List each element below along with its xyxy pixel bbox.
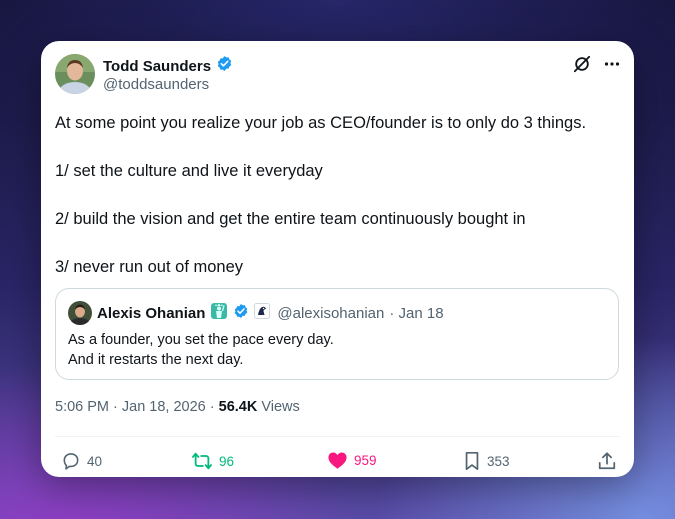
tweet-text-line: 1/ set the culture and live it everyday xyxy=(55,162,323,180)
author-name[interactable]: Todd Saunders xyxy=(103,58,211,75)
bookmark-count: 353 xyxy=(487,453,510,469)
quoted-tweet-text: As a founder, you set the pace every day… xyxy=(68,330,334,370)
views-label: Views xyxy=(261,399,300,415)
quoted-author-avatar[interactable] xyxy=(68,301,92,325)
divider xyxy=(55,436,620,437)
repost-button[interactable]: 96 xyxy=(191,451,234,471)
share-icon xyxy=(597,451,617,471)
quoted-tweet-header: Alexis Ohanian @alexisohanian · Jan 18 xyxy=(68,301,444,325)
tweet-text-line: 3/ never run out of money xyxy=(55,258,244,276)
like-button[interactable]: 959 xyxy=(327,451,377,470)
quoted-text-line: As a founder, you set the pace every day… xyxy=(68,332,334,348)
reply-count: 40 xyxy=(87,453,103,469)
verified-badge-icon xyxy=(216,55,233,77)
tweet-text-line: At some point you realize your job as CE… xyxy=(55,114,587,132)
more-icon[interactable] xyxy=(604,56,620,77)
affiliate-badge-icon xyxy=(254,303,271,323)
bookmark-icon xyxy=(463,451,481,471)
tweet-meta: 5:06 PM · Jan 18, 2026 · 56.4K Views xyxy=(55,399,300,415)
reply-button[interactable]: 40 xyxy=(61,451,102,471)
repost-count: 96 xyxy=(219,453,235,469)
statue-of-liberty-emoji xyxy=(210,302,228,324)
quoted-tweet[interactable]: Alexis Ohanian @alexisohanian · Jan 18 A… xyxy=(55,288,619,380)
reply-icon xyxy=(61,451,81,471)
quoted-author-name[interactable]: Alexis Ohanian xyxy=(97,305,205,322)
heart-icon xyxy=(327,451,348,470)
author-handle[interactable]: @toddsaunders xyxy=(103,76,209,93)
repost-icon xyxy=(191,451,213,471)
tweet-timestamp[interactable]: 5:06 PM · Jan 18, 2026 · xyxy=(55,399,215,415)
quoted-tweet-date: · Jan 18 xyxy=(389,304,444,322)
tweet-text-line: 2/ build the vision and get the entire t… xyxy=(55,210,526,228)
author-avatar[interactable] xyxy=(55,54,95,94)
author-name-row: Todd Saunders xyxy=(103,55,233,77)
quoted-author-handle[interactable]: @alexisohanian xyxy=(277,305,384,322)
tweet-text: At some point you realize your job as CE… xyxy=(55,111,621,303)
quoted-text-line: And it restarts the next day. xyxy=(68,352,244,368)
verified-badge-icon xyxy=(233,303,249,323)
bookmark-button[interactable]: 353 xyxy=(463,451,510,471)
views-count: 56.4K xyxy=(218,399,258,415)
tweet-card: Todd Saunders @toddsaunders At some poin… xyxy=(41,41,634,477)
like-count: 959 xyxy=(354,453,377,468)
tweet-top-icons xyxy=(573,55,620,78)
tweet-actions: 40 96 959 353 xyxy=(55,451,620,473)
x-logo-icon[interactable] xyxy=(573,55,591,78)
share-button[interactable] xyxy=(597,451,617,471)
